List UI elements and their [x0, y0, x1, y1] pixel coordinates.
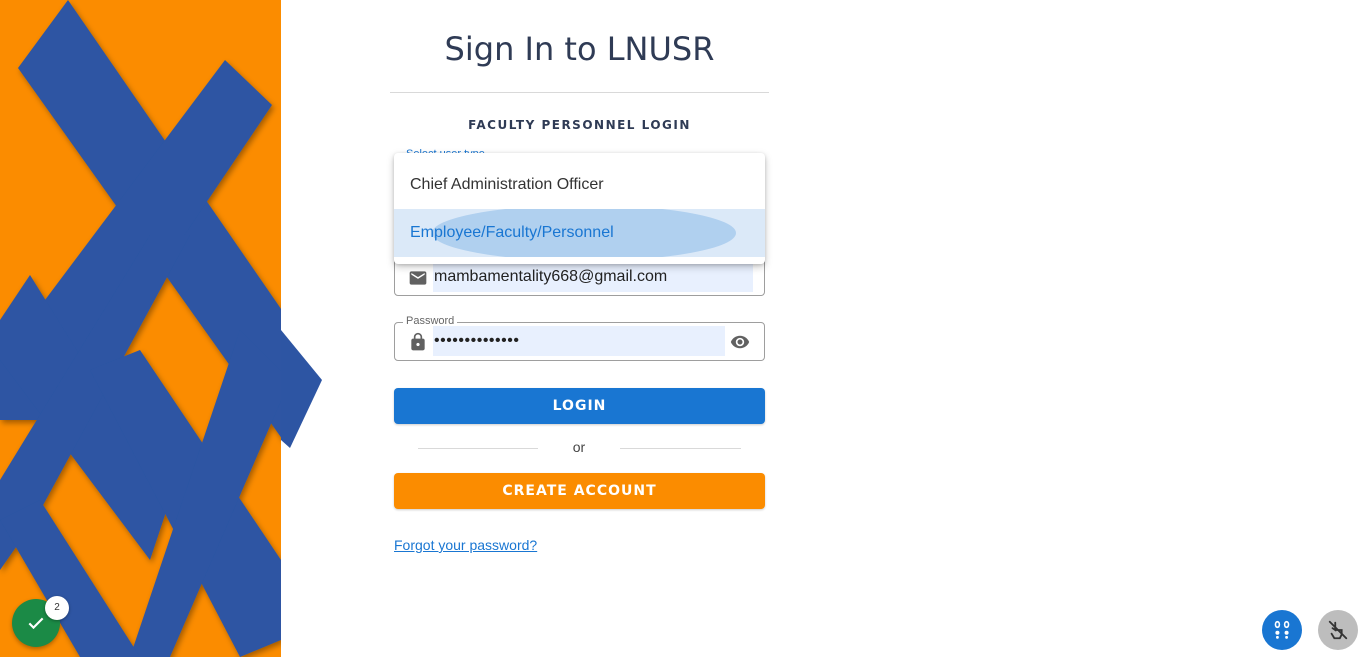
divider-left: [418, 448, 538, 449]
or-separator: or: [572, 439, 586, 455]
extension-button[interactable]: [1262, 610, 1302, 650]
eye-icon[interactable]: [728, 332, 752, 352]
accessibility-toggle-button[interactable]: [1318, 610, 1358, 650]
user-type-dropdown-menu: Chief Administration Officer Employee/Fa…: [394, 153, 765, 264]
forgot-password-link[interactable]: Forgot your password?: [394, 537, 537, 553]
create-account-button[interactable]: CREATE ACCOUNT: [394, 473, 765, 509]
login-button[interactable]: LOGIN: [394, 388, 765, 424]
lock-icon: [411, 332, 425, 351]
footprints-icon: [1274, 620, 1290, 639]
divider-right: [620, 448, 741, 449]
page-subtitle: FACULTY PERSONNEL LOGIN: [468, 118, 691, 132]
decorative-artwork: [0, 0, 281, 657]
dropdown-option-label: Employee/Faculty/Personnel: [410, 224, 614, 241]
notification-badge: 2: [45, 596, 69, 620]
email-value[interactable]: mambamentality668@gmail.com: [434, 268, 667, 286]
password-value[interactable]: ••••••••••••••: [434, 332, 519, 350]
no-pointer-icon: [1328, 620, 1348, 640]
password-field[interactable]: Password ••••••••••••••: [394, 315, 765, 361]
dropdown-option-employee-faculty-personnel[interactable]: Employee/Faculty/Personnel: [394, 209, 765, 257]
checkmark-icon: [28, 617, 44, 630]
page-title: Sign In to LNUSR: [444, 30, 715, 68]
title-divider: [390, 92, 769, 93]
mail-icon: [409, 271, 427, 285]
dropdown-option-chief-administration-officer[interactable]: Chief Administration Officer: [394, 161, 765, 209]
artwork-stripes: [0, 0, 281, 657]
